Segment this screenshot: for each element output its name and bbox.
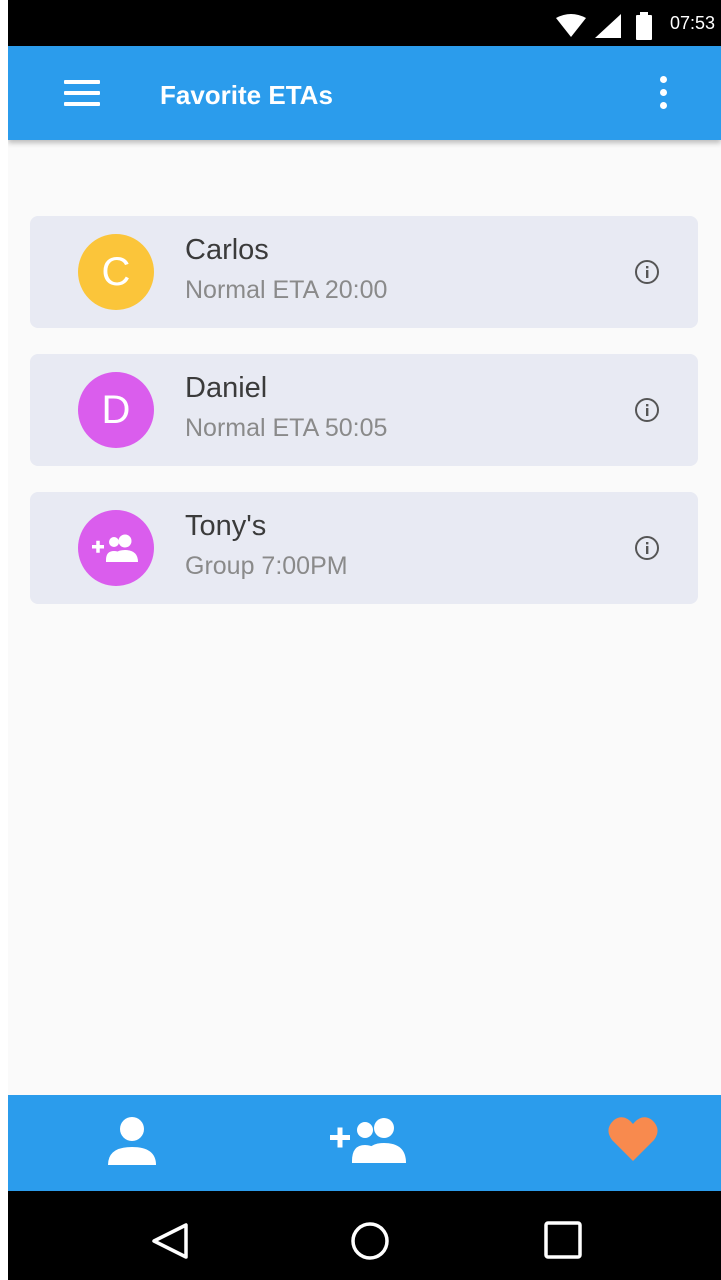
group-add-icon[interactable] [330,1115,408,1167]
page-title: Favorite ETAs [160,80,333,110]
wifi-icon [556,14,586,37]
home-icon[interactable] [350,1221,390,1261]
bottom-nav [8,1095,721,1191]
heart-icon[interactable] [608,1115,658,1163]
favorite-name: Carlos [185,234,269,266]
favorite-detail: Normal ETA 50:05 [185,414,388,442]
info-icon[interactable] [634,259,660,285]
info-icon[interactable] [634,535,660,561]
person-icon[interactable] [106,1115,158,1167]
more-vert-icon[interactable] [648,76,678,112]
system-nav-bar [8,1191,721,1280]
avatar [78,510,154,586]
battery-icon [636,12,652,40]
app-bar: Favorite ETAs [8,46,721,140]
favorite-detail: Normal ETA 20:00 [185,276,388,304]
back-icon[interactable] [150,1221,190,1261]
menu-icon[interactable] [64,80,100,108]
app-screen: 07:53 Favorite ETAs C Carlos Normal ETA … [8,0,721,1280]
recents-icon[interactable] [544,1221,582,1259]
signal-icon [595,14,621,38]
favorite-name: Daniel [185,372,268,404]
info-icon[interactable] [634,397,660,423]
group-add-icon [92,534,138,562]
favorite-item-tonys[interactable]: Tony's Group 7:00PM [30,492,698,604]
status-time: 07:53 [670,13,716,33]
favorite-detail: Group 7:00PM [185,552,348,580]
status-bar: 07:53 [8,0,721,46]
favorite-item-carlos[interactable]: C Carlos Normal ETA 20:00 [30,216,698,328]
avatar: D [78,372,154,448]
favorite-item-daniel[interactable]: D Daniel Normal ETA 50:05 [30,354,698,466]
avatar: C [78,234,154,310]
favorite-name: Tony's [185,510,267,542]
